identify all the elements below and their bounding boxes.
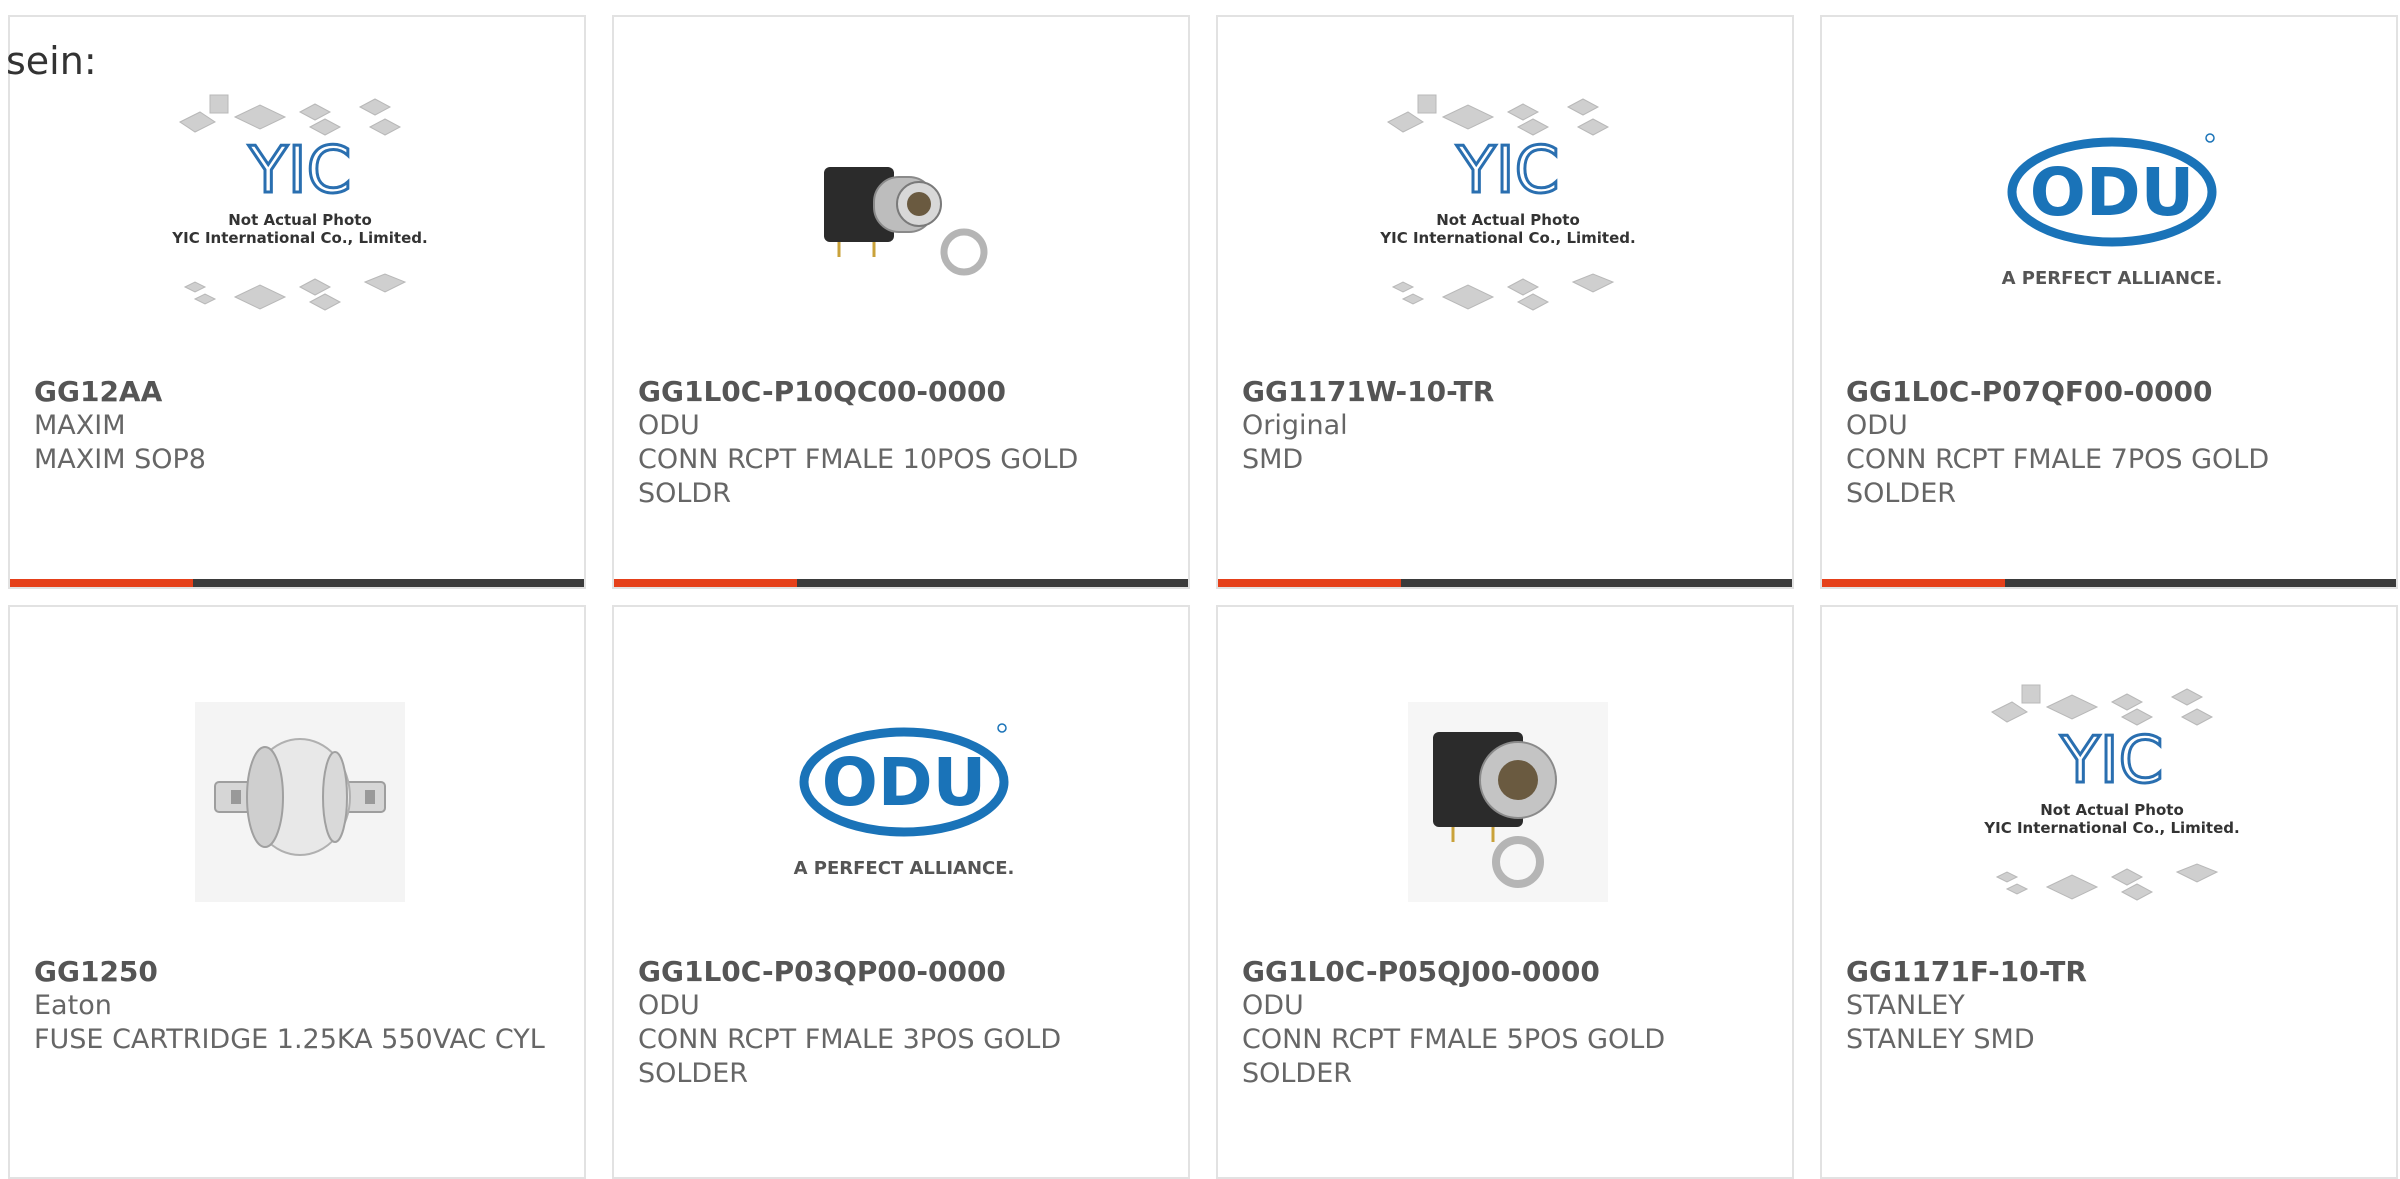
product-image[interactable] (160, 662, 440, 942)
manufacturer: ODU (1242, 990, 1304, 1021)
product-image[interactable]: YIC Not Actual Photo YIC International C… (1368, 72, 1648, 352)
svg-text:YIC International Co., Limited: YIC International Co., Limited. (1983, 819, 2239, 837)
svg-text:YIC: YIC (2060, 724, 2164, 798)
part-number[interactable]: GG1171F-10-TR (1846, 955, 2087, 989)
part-number[interactable]: GG1171W-10-TR (1242, 375, 1494, 409)
product-image[interactable]: ODU A PERFECT ALLIANCE. (764, 662, 1044, 942)
description: MAXIM SOP8 (34, 444, 206, 475)
product-card[interactable]: YIC Not Actual Photo YIC International C… (1216, 15, 1794, 589)
product-card[interactable]: YIC Not Actual Photo YIC International C… (8, 15, 586, 589)
description: CONN RCPT FMALE 3POS GOLD SOLDER (638, 1024, 1062, 1089)
product-card[interactable]: GG1L0C-P05QJ00-0000 ODU CONN RCPT FMALE … (1216, 605, 1794, 1179)
card-accent (1218, 579, 1401, 587)
product-card[interactable]: ODU A PERFECT ALLIANCE. GG1L0C-P07QF00-0… (1820, 15, 2398, 589)
svg-text:YIC: YIC (1456, 134, 1560, 208)
product-image[interactable] (764, 72, 1044, 352)
svg-text:Not Actual Photo: Not Actual Photo (228, 211, 372, 229)
yic-placeholder-image: YIC Not Actual Photo YIC International C… (171, 94, 428, 311)
product-image[interactable]: YIC Not Actual Photo YIC International C… (160, 72, 440, 352)
svg-text:A PERFECT ALLIANCE.: A PERFECT ALLIANCE. (794, 858, 1015, 879)
card-accent (1822, 579, 2005, 587)
product-image[interactable]: YIC Not Actual Photo YIC International C… (1972, 662, 2252, 942)
svg-text:Not Actual Photo: Not Actual Photo (2040, 801, 2184, 819)
part-number[interactable]: GG1250 (34, 955, 158, 989)
manufacturer: Eaton (34, 990, 112, 1021)
svg-text:A PERFECT ALLIANCE.: A PERFECT ALLIANCE. (2002, 268, 2223, 289)
card-bottom-bar (10, 579, 584, 587)
odu-logo-image: ODU A PERFECT ALLIANCE. (2002, 133, 2223, 289)
connector-image (824, 167, 988, 276)
card-bottom-bar (614, 579, 1188, 587)
yic-placeholder-image: YIC Not Actual Photo YIC International C… (1379, 94, 1636, 311)
svg-text:ODU: ODU (2030, 154, 2194, 231)
odu-logo-image: ODU A PERFECT ALLIANCE. (794, 723, 1015, 879)
yic-placeholder-image: YIC Not Actual Photo YIC International C… (1983, 684, 2240, 901)
manufacturer: ODU (1846, 410, 1908, 441)
description: FUSE CARTRIDGE 1.25KA 550VAC CYL (34, 1024, 545, 1055)
svg-text:YIC International Co., Limited: YIC International Co., Limited. (1379, 229, 1635, 247)
manufacturer: MAXIM (34, 410, 126, 441)
part-number[interactable]: GG1L0C-P10QC00-0000 (638, 375, 1006, 409)
product-grid: YIC Not Actual Photo YIC International C… (0, 0, 2400, 1179)
product-image[interactable]: ODU A PERFECT ALLIANCE. (1972, 72, 2252, 352)
connector-image (1408, 702, 1608, 902)
description: CONN RCPT FMALE 5POS GOLD SOLDER (1242, 1024, 1666, 1089)
product-card[interactable]: YIC Not Actual Photo YIC International C… (1820, 605, 2398, 1179)
card-accent (614, 579, 797, 587)
card-bottom-bar (1822, 579, 2396, 587)
product-card[interactable]: GG1250 Eaton FUSE CARTRIDGE 1.25KA 550VA… (8, 605, 586, 1179)
card-bottom-bar (1218, 579, 1792, 587)
part-number[interactable]: GG1L0C-P03QP00-0000 (638, 955, 1006, 989)
product-image[interactable] (1368, 662, 1648, 942)
intro-text: sein: (6, 39, 97, 83)
product-card[interactable]: GG1L0C-P10QC00-0000 ODU CONN RCPT FMALE … (612, 15, 1190, 589)
manufacturer: ODU (638, 990, 700, 1021)
part-number[interactable]: GG12AA (34, 375, 162, 409)
card-accent (10, 579, 193, 587)
description: SMD (1242, 444, 1304, 475)
fuse-image (195, 702, 405, 902)
svg-text:YIC: YIC (248, 134, 352, 208)
manufacturer: ODU (638, 410, 700, 441)
manufacturer: Original (1242, 410, 1348, 441)
manufacturer: STANLEY (1846, 990, 1965, 1021)
svg-text:ODU: ODU (822, 744, 986, 821)
description: CONN RCPT FMALE 10POS GOLD SOLDR (638, 444, 1079, 509)
description: STANLEY SMD (1846, 1024, 2035, 1055)
part-number[interactable]: GG1L0C-P05QJ00-0000 (1242, 955, 1600, 989)
svg-text:Not Actual Photo: Not Actual Photo (1436, 211, 1580, 229)
description: CONN RCPT FMALE 7POS GOLD SOLDER (1846, 444, 2270, 509)
svg-text:YIC International Co., Limited: YIC International Co., Limited. (171, 229, 427, 247)
product-card[interactable]: ODU A PERFECT ALLIANCE. GG1L0C-P03QP00-0… (612, 605, 1190, 1179)
part-number[interactable]: GG1L0C-P07QF00-0000 (1846, 375, 2213, 409)
